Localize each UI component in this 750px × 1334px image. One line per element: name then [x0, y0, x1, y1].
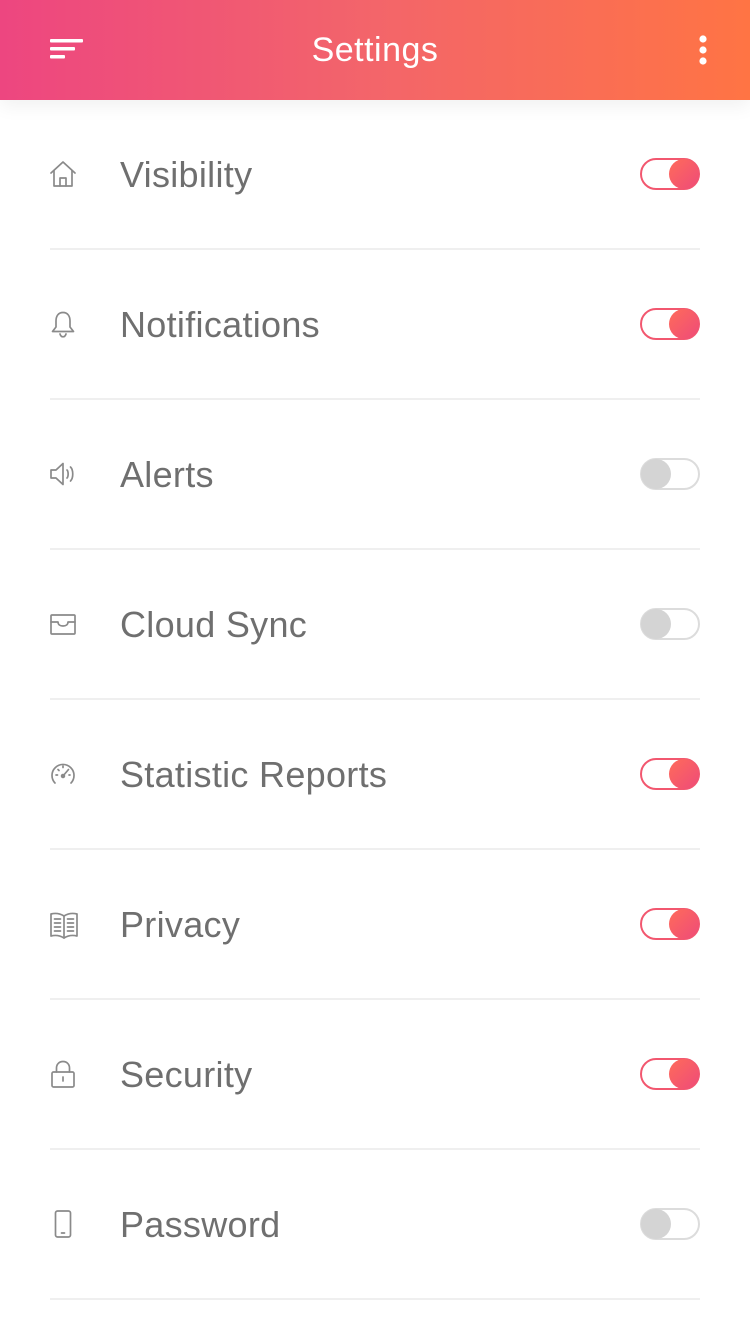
divider [50, 1298, 700, 1300]
setting-row-password: Password [0, 1150, 750, 1300]
notifications-toggle[interactable] [640, 308, 700, 340]
toggle-knob [669, 759, 699, 789]
setting-label: Statistic Reports [120, 754, 388, 795]
speaker-icon [48, 459, 78, 489]
app-header: Settings [0, 0, 750, 100]
alerts-toggle[interactable] [640, 458, 700, 490]
toggle-knob [669, 159, 699, 189]
settings-list: Visibility Notifications Alerts Cloud Sy… [0, 100, 750, 1300]
more-options-button[interactable] [682, 30, 712, 70]
visibility-toggle[interactable] [640, 158, 700, 190]
setting-label: Alerts [120, 454, 214, 495]
page-title: Settings [311, 31, 439, 69]
setting-row-cloud-sync: Cloud Sync [0, 550, 750, 700]
home-icon [48, 159, 78, 189]
bell-icon [48, 309, 78, 339]
statistic-reports-toggle[interactable] [640, 758, 700, 790]
password-toggle[interactable] [640, 1208, 700, 1240]
setting-row-security: Security [0, 1000, 750, 1150]
toggle-knob [641, 459, 671, 489]
toggle-knob [669, 909, 699, 939]
setting-label: Visibility [120, 154, 253, 195]
speedometer-icon [48, 759, 78, 789]
more-vertical-icon [699, 35, 707, 65]
setting-row-notifications: Notifications [0, 250, 750, 400]
cloud-sync-toggle[interactable] [640, 608, 700, 640]
lock-icon [48, 1059, 78, 1089]
setting-row-visibility: Visibility [0, 100, 750, 250]
book-icon [48, 909, 78, 939]
toggle-knob [641, 609, 671, 639]
setting-row-alerts: Alerts [0, 400, 750, 550]
setting-label: Notifications [120, 304, 320, 345]
inbox-icon [48, 609, 78, 639]
setting-label: Cloud Sync [120, 604, 308, 645]
security-toggle[interactable] [640, 1058, 700, 1090]
privacy-toggle[interactable] [640, 908, 700, 940]
setting-label: Security [120, 1054, 253, 1095]
toggle-knob [669, 1059, 699, 1089]
toggle-knob [669, 309, 699, 339]
setting-row-privacy: Privacy [0, 850, 750, 1000]
setting-label: Privacy [120, 904, 241, 945]
phone-icon [48, 1209, 78, 1239]
toggle-knob [641, 1209, 671, 1239]
setting-row-statistic-reports: Statistic Reports [0, 700, 750, 850]
setting-label: Password [120, 1204, 281, 1245]
